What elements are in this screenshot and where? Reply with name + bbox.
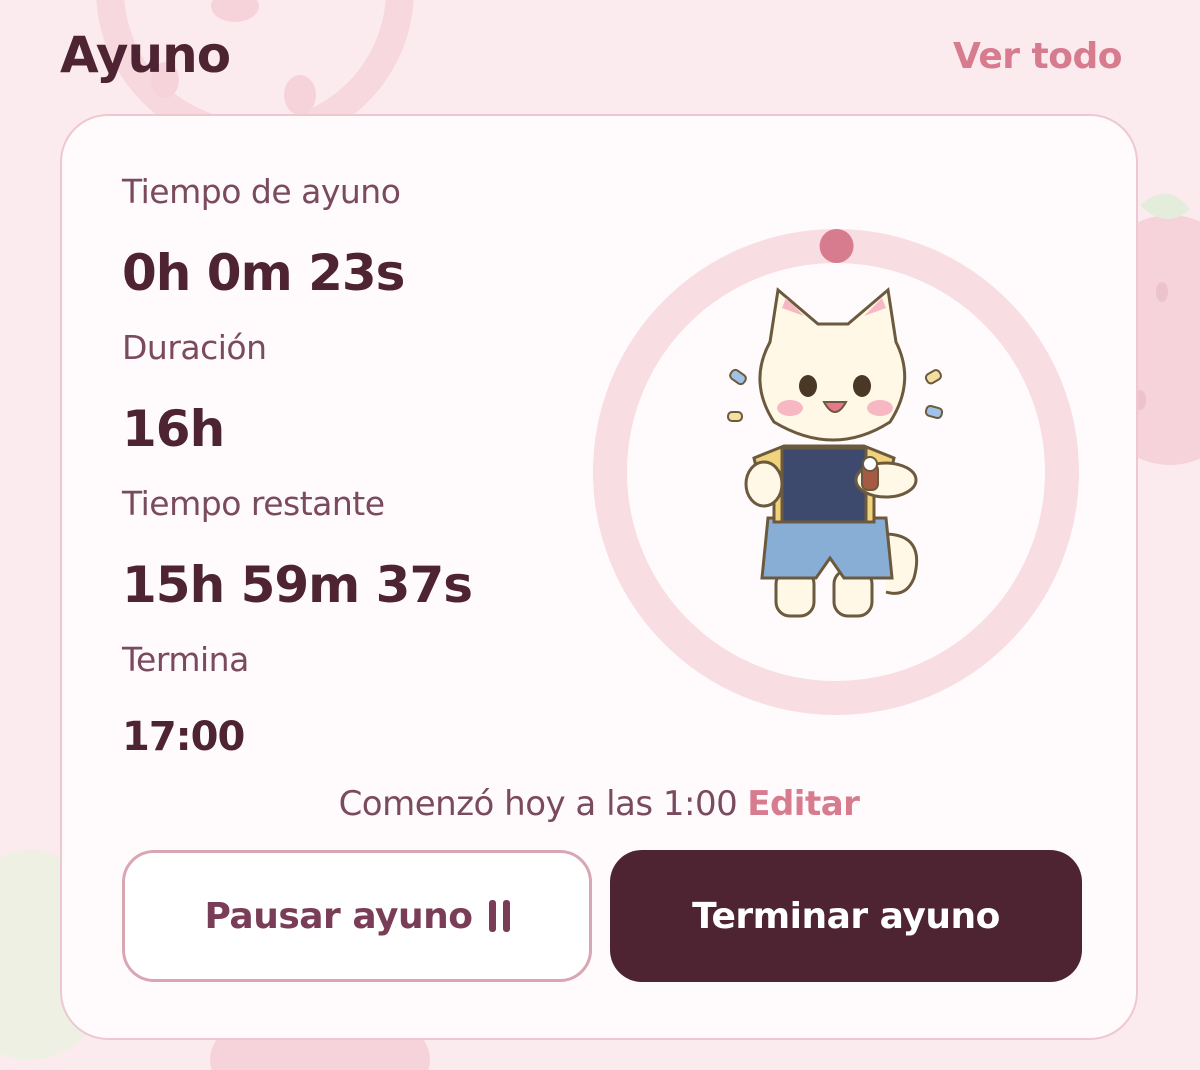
duration-value: 16h xyxy=(122,400,225,458)
cat-mascot-illustration xyxy=(727,287,944,618)
edit-start-link[interactable]: Editar xyxy=(747,784,860,824)
progress-marker-dot xyxy=(819,229,854,263)
start-info-row: Comenzó hoy a las 1:00 Editar xyxy=(62,784,1136,824)
see-all-link[interactable]: Ver todo xyxy=(953,36,1123,77)
remaining-label: Tiempo restante xyxy=(122,484,385,523)
fasting-card: Tiempo de ayuno 0h 0m 23s Duración 16h T… xyxy=(60,114,1138,1040)
end-fast-label: Terminar ayuno xyxy=(692,895,1000,937)
pause-fast-label: Pausar ayuno xyxy=(204,895,474,937)
progress-ring xyxy=(593,229,1079,715)
ends-value: 17:00 xyxy=(122,714,245,760)
pause-fast-button[interactable]: Pausar ayuno xyxy=(122,850,592,982)
elapsed-value: 0h 0m 23s xyxy=(122,244,405,302)
start-time-text: Comenzó hoy a las 1:00 xyxy=(338,784,738,824)
section-title: Ayuno xyxy=(60,26,231,84)
elapsed-label: Tiempo de ayuno xyxy=(122,172,401,211)
end-fast-button[interactable]: Terminar ayuno xyxy=(610,850,1082,982)
ends-label: Termina xyxy=(122,640,249,679)
duration-label: Duración xyxy=(122,328,267,367)
pause-icon xyxy=(488,900,510,932)
remaining-value: 15h 59m 37s xyxy=(122,556,473,614)
